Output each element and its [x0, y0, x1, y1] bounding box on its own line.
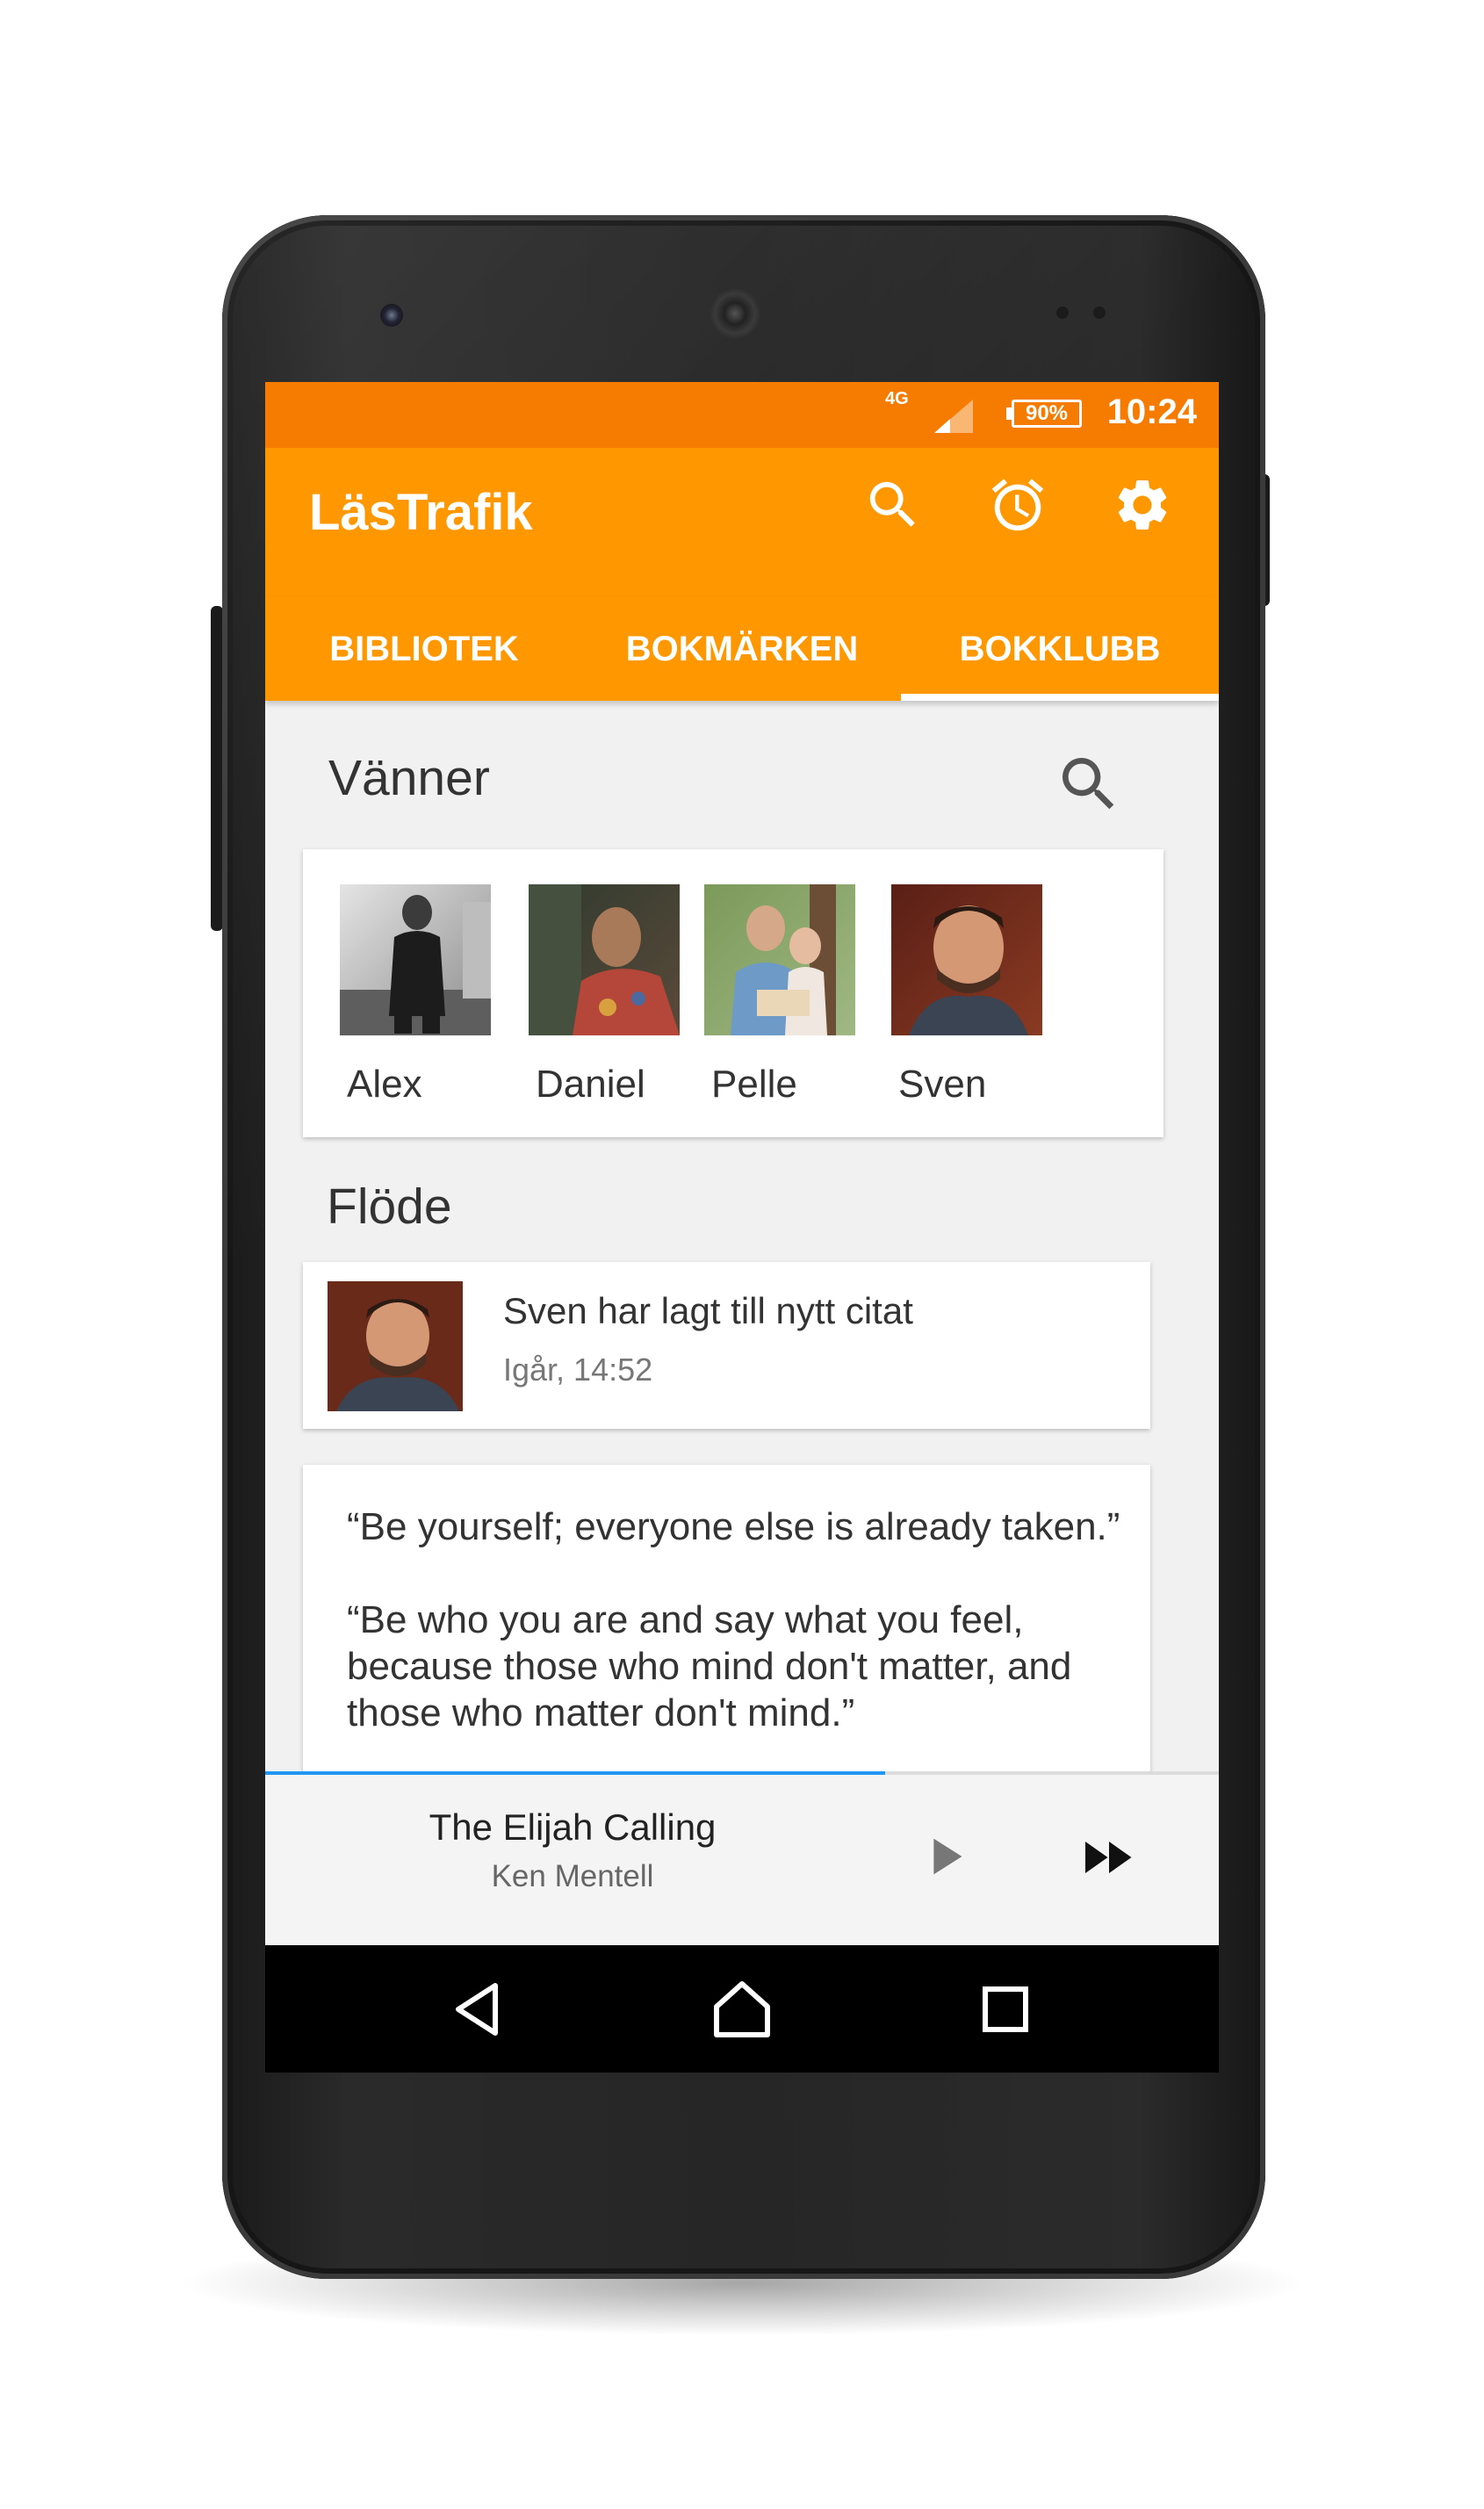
feed-item[interactable]: Sven har lagt till nytt citat Igår, 14:5… [303, 1262, 1150, 1429]
friends-card: Alex Daniel Pelle Sven [303, 849, 1163, 1137]
avatar [328, 1281, 463, 1411]
tab-indicator [901, 694, 1219, 701]
feed-title: Flöde [327, 1179, 452, 1235]
front-camera [380, 304, 403, 327]
friend-name: Alex [347, 1063, 422, 1106]
back-icon[interactable] [441, 1972, 516, 2047]
friend-daniel[interactable]: Daniel [529, 884, 680, 1107]
proximity-sensor [1056, 306, 1069, 319]
settings-icon[interactable] [1112, 474, 1173, 536]
friend-name: Pelle [711, 1063, 797, 1106]
recents-icon[interactable] [968, 1972, 1043, 2047]
feed-item-text: Sven har lagt till nytt citat [503, 1290, 913, 1331]
navigation-bar [265, 1945, 1219, 2073]
friend-pelle[interactable]: Pelle [704, 884, 855, 1107]
friends-title: Vänner [328, 750, 490, 806]
mini-player[interactable]: The Elijah Calling Ken Mentell [265, 1771, 1219, 1945]
alarm-icon[interactable] [987, 474, 1048, 536]
quote-text: “Be who you are and say what you feel, b… [347, 1598, 1072, 1734]
tab-bibliotek[interactable]: BIBLIOTEK [265, 597, 583, 701]
app-bar: LäsTrafik [265, 448, 1219, 597]
play-icon[interactable] [913, 1826, 975, 1887]
network-label: 4G [885, 389, 909, 408]
tab-bokmarken[interactable]: BOKMÄRKEN [583, 597, 901, 701]
signal-icon [934, 400, 973, 433]
friend-sven[interactable]: Sven [891, 884, 1042, 1107]
friend-name: Daniel [536, 1063, 645, 1106]
earpiece [710, 288, 760, 339]
avatar [704, 884, 855, 1035]
status-bar: 4G 90% 10:24 [265, 382, 1219, 448]
friend-alex[interactable]: Alex [340, 884, 491, 1107]
quote-card[interactable]: “Be yourself; everyone else is already t… [303, 1465, 1150, 1816]
tab-bokklubb[interactable]: BOKKLUBB [901, 597, 1219, 701]
feed-item-time: Igår, 14:52 [503, 1352, 653, 1388]
light-sensor [1093, 306, 1106, 319]
player-author: Ken Mentell [491, 1859, 654, 1893]
search-icon[interactable] [862, 474, 924, 536]
player-title: The Elijah Calling [429, 1806, 717, 1848]
fast-forward-icon[interactable] [1075, 1826, 1138, 1889]
avatar [340, 884, 491, 1035]
friend-name: Sven [898, 1063, 987, 1106]
battery-level: 90% [1025, 401, 1069, 425]
quote-text: “Be yourself; everyone else is already t… [347, 1505, 1120, 1548]
friends-search-icon[interactable] [1054, 749, 1124, 819]
progress-bar[interactable] [265, 1771, 885, 1775]
screen: 4G 90% 10:24 LäsTrafik BIBLIOTEK BOKMÄRK… [265, 382, 1219, 2073]
status-time: 10:24 [1106, 393, 1197, 431]
avatar [529, 884, 680, 1035]
battery-icon: 90% [1012, 400, 1082, 428]
app-title: LäsTrafik [309, 484, 533, 541]
volume-button [211, 606, 223, 931]
tab-bar: BIBLIOTEK BOKMÄRKEN BOKKLUBB [265, 597, 1219, 701]
avatar [891, 884, 1042, 1035]
home-icon[interactable] [704, 1972, 780, 2047]
